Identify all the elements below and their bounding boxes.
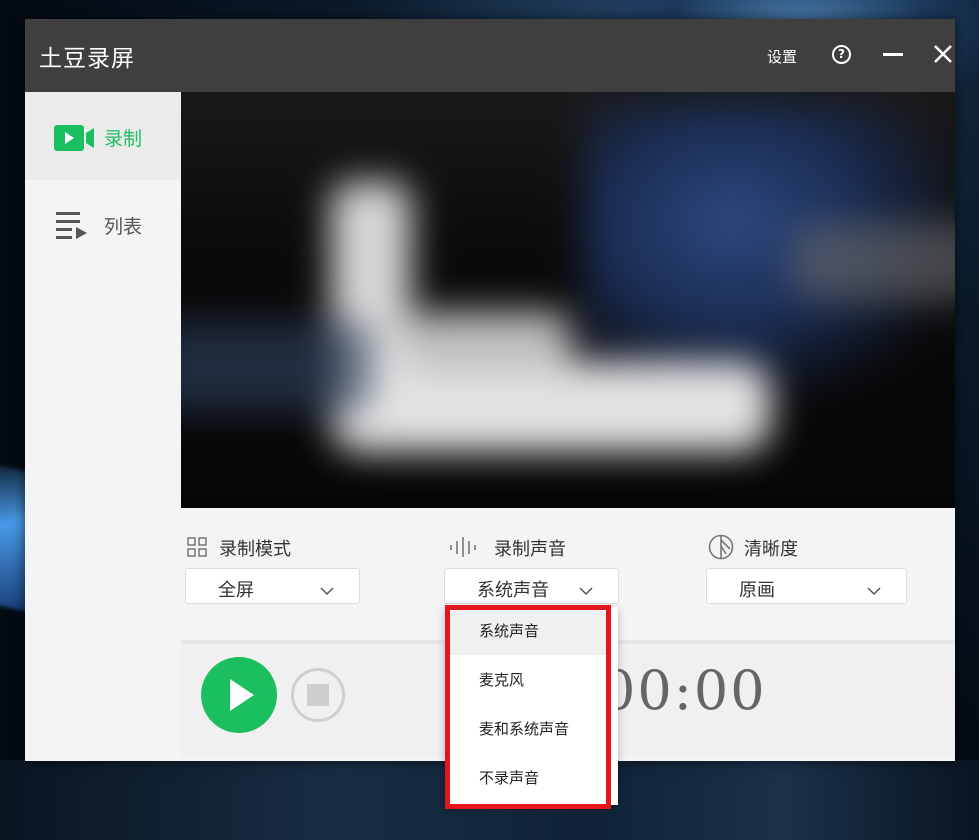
- video-record-icon: [54, 125, 96, 155]
- quality-label: 清晰度: [744, 539, 798, 560]
- sidebar-item-record[interactable]: 录制: [25, 92, 181, 180]
- sidebar-item-label: 录制: [104, 128, 143, 150]
- close-icon[interactable]: [933, 44, 955, 66]
- audio-option[interactable]: 麦和系统声音: [445, 705, 607, 753]
- audio-option[interactable]: 不录声音: [445, 754, 607, 802]
- record-audio-value: 系统声音: [477, 580, 549, 601]
- help-icon[interactable]: ?: [832, 45, 851, 64]
- audio-option-label: 麦和系统声音: [479, 720, 570, 738]
- screen-preview: [181, 92, 955, 508]
- sidebar: 录制 列表: [25, 92, 181, 761]
- audio-option-label: 系统声音: [479, 622, 540, 640]
- audio-option[interactable]: 麦克风: [445, 656, 607, 704]
- audio-option-label: 麦克风: [479, 671, 525, 689]
- chevron-down-icon: [867, 581, 881, 600]
- audio-option[interactable]: 系统声音: [445, 607, 607, 655]
- chevron-down-icon: [320, 581, 334, 600]
- stop-record-button[interactable]: [291, 668, 345, 722]
- title-bar[interactable]: 土豆录屏 设置 ?: [25, 19, 955, 92]
- clarity-icon: [708, 534, 734, 564]
- record-audio-select[interactable]: 系统声音: [444, 568, 619, 604]
- record-timer: 00:00: [601, 659, 767, 722]
- chevron-down-icon: [579, 581, 593, 600]
- grid-icon: [187, 537, 207, 561]
- quality-value: 原画: [739, 580, 775, 601]
- sidebar-item-list[interactable]: 列表: [25, 180, 181, 268]
- soundwave-icon: [449, 537, 479, 561]
- start-record-button[interactable]: [201, 657, 277, 733]
- audio-option-label: 不录声音: [479, 769, 540, 787]
- record-audio-label: 录制声音: [494, 539, 566, 560]
- settings-button[interactable]: 设置: [767, 46, 797, 67]
- app-title: 土豆录屏: [39, 46, 135, 72]
- quality-select[interactable]: 原画: [706, 568, 907, 604]
- record-mode-value: 全屏: [218, 580, 254, 601]
- playlist-icon: [56, 209, 90, 247]
- record-mode-label: 录制模式: [219, 539, 291, 560]
- minimize-icon[interactable]: [883, 44, 905, 66]
- sidebar-item-label: 列表: [104, 216, 143, 238]
- play-icon: [230, 679, 254, 711]
- record-mode-select[interactable]: 全屏: [185, 568, 360, 604]
- audio-dropdown-menu: 系统声音 麦克风 麦和系统声音 不录声音: [445, 607, 618, 805]
